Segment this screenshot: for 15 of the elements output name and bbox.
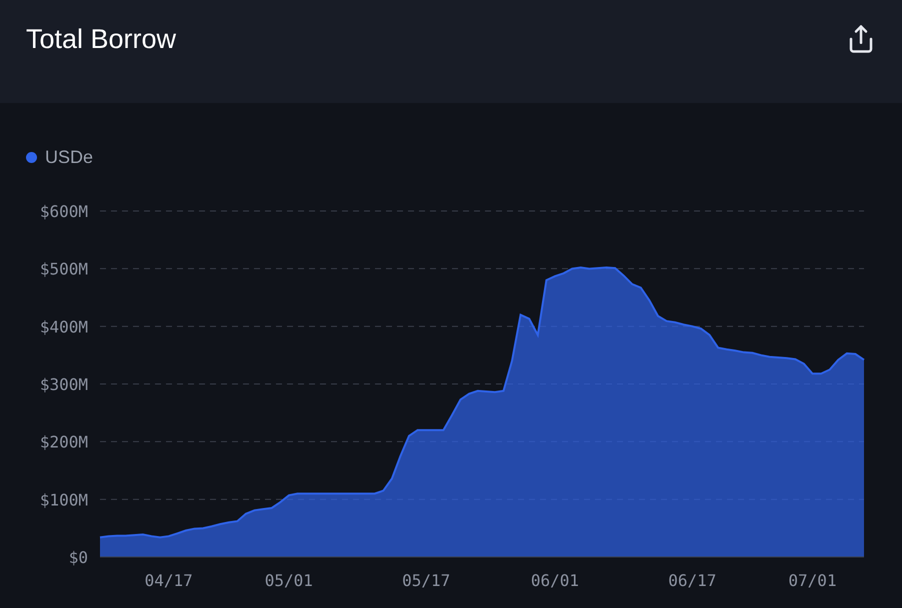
legend-label: USDe <box>45 146 94 168</box>
x-axis-label: 04/17 <box>144 571 193 590</box>
y-axis-label: $600M <box>40 202 88 221</box>
x-axis-label: 05/17 <box>402 571 450 590</box>
chart-title: Total Borrow <box>26 24 176 55</box>
x-axis-label: 07/01 <box>788 571 837 590</box>
y-axis-label: $200M <box>40 432 88 452</box>
x-axis-label: 05/01 <box>264 571 313 590</box>
x-axis-label: 06/17 <box>668 571 716 590</box>
y-axis-label: $0 <box>68 548 88 567</box>
y-axis-label: $400M <box>40 317 88 336</box>
y-axis-label: $300M <box>40 375 88 394</box>
x-axis-label: 06/01 <box>530 571 580 590</box>
y-axis-label: $500M <box>40 260 88 279</box>
y-axis-label: $100M <box>40 490 88 510</box>
